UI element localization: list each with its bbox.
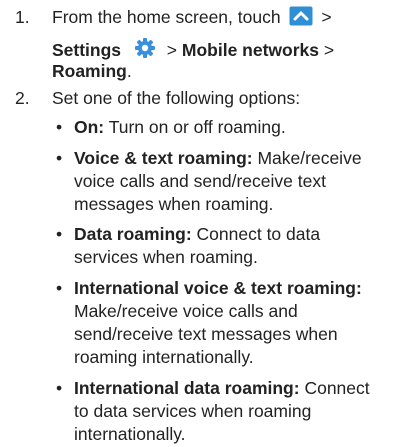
option-desc: roaming internationally. [74,347,254,367]
roaming-label: Roaming [52,61,127,81]
separator: > [323,40,335,60]
option-desc: Connect [304,378,370,398]
step-1-body: From the home screen, touch > Settings >… [52,6,392,81]
option-desc: Make/receive [257,148,362,168]
bullet-marker: • [56,378,63,398]
option-label: International data roaming: [74,378,300,398]
apps-arrow-icon [289,6,313,26]
separator: > [321,7,332,27]
option-desc: Connect to data [196,224,321,244]
instruction-document: 1. From the home screen, touch > Setting… [0,0,410,447]
option-desc: voice calls and send/receive text [74,171,326,191]
settings-label: Settings [52,40,122,60]
option-desc: services when roaming. [74,247,258,267]
end-punct: . [126,61,132,81]
step-2-body: Set one of the following options: [52,87,392,110]
bullet-marker: • [56,148,63,168]
option-desc: Make/receive voice calls and [74,301,298,321]
bullet-marker: • [56,117,63,137]
option-label: On: [74,117,105,137]
option-label: Data roaming: [74,224,192,244]
option-desc: internationally. [74,424,186,444]
bullet-marker: • [56,278,63,298]
mobile-networks-label: Mobile networks [181,40,320,60]
option-desc: send/receive text messages when [74,324,338,344]
bullet-marker: • [56,224,63,244]
option-label: International voice & text roaming: [74,278,362,298]
separator: > [166,40,178,60]
option-desc: Turn on or off roaming. [108,117,286,137]
settings-gear-icon [134,37,156,59]
step-number: 2. [15,88,30,108]
option-desc: to data services when roaming [74,401,312,421]
step-number: 1. [15,7,30,27]
step-1-text: From the home screen, touch [52,7,281,27]
option-label: Voice & text roaming: [74,148,253,168]
option-desc: messages when roaming. [74,194,274,214]
step-2-text: Set one of the following options: [52,88,301,108]
